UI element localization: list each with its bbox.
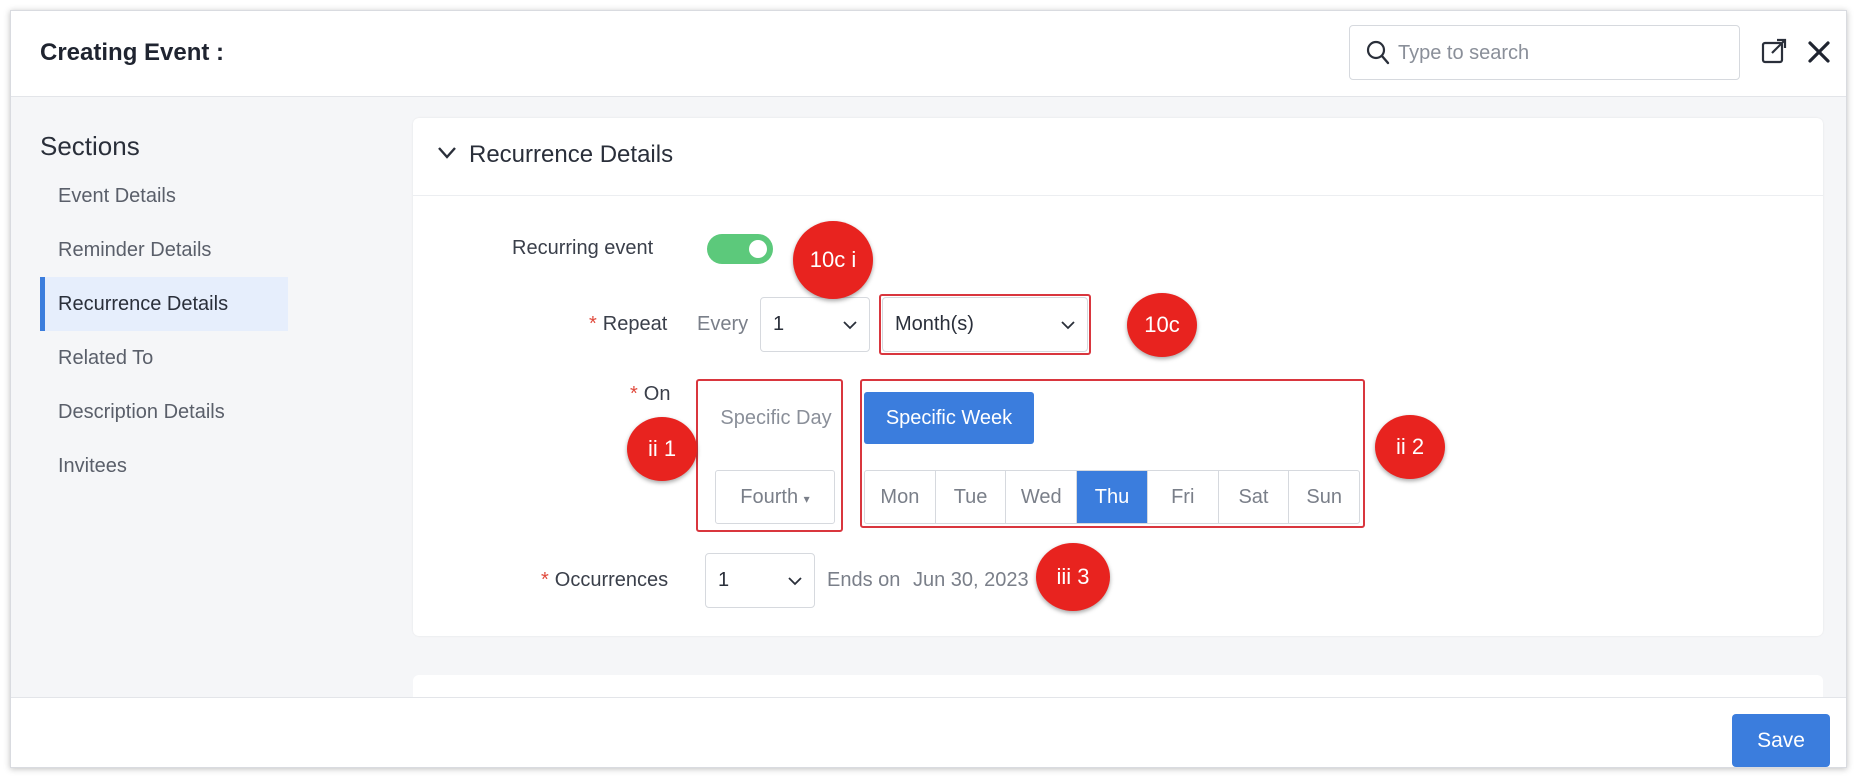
- every-select[interactable]: 1: [760, 297, 870, 352]
- required-marker: *: [630, 383, 638, 405]
- annotation-badge-iii-3: iii 3: [1036, 543, 1110, 611]
- sidebar-item-event-details[interactable]: Event Details: [40, 169, 288, 223]
- annotation-box-specific-day: [696, 379, 843, 532]
- sections-sidebar: Sections Event Details Reminder Details …: [11, 97, 411, 697]
- close-icon[interactable]: [1808, 41, 1830, 63]
- open-external-icon[interactable]: [1761, 38, 1787, 64]
- sidebar-item-recurrence-details[interactable]: Recurrence Details: [40, 277, 288, 331]
- recurrence-title: Recurrence Details: [469, 141, 674, 168]
- sidebar-item-invitees[interactable]: Invitees: [40, 439, 288, 493]
- repeat-label: * Repeat: [589, 313, 667, 336]
- sidebar-item-description-details[interactable]: Description Details: [40, 385, 288, 439]
- chevron-down-icon: [843, 321, 857, 330]
- on-label-text: On: [643, 383, 671, 405]
- recurring-event-toggle[interactable]: [707, 234, 773, 264]
- recurrence-header[interactable]: Recurrence Details: [413, 118, 1823, 196]
- search-input[interactable]: [1398, 38, 1718, 68]
- on-label: * On: [630, 383, 670, 406]
- annotation-badge-10c-i: 10c i: [793, 221, 873, 299]
- ends-on-label: Ends on: [827, 569, 901, 591]
- chevron-down-icon: [788, 577, 802, 586]
- save-button[interactable]: Save: [1732, 714, 1830, 767]
- ends-on-date: Jun 30, 2023: [913, 569, 1029, 591]
- search-box[interactable]: [1349, 25, 1740, 80]
- occurrences-value: 1: [718, 569, 730, 591]
- sections-title: Sections: [40, 131, 140, 161]
- dialog-title: Creating Event :: [40, 39, 225, 66]
- recurrence-card: Recurrence Details: [413, 118, 1823, 636]
- event-dialog: Creating Event : Sections Event Details …: [10, 10, 1847, 768]
- occurrences-label: * Occurrences: [541, 569, 668, 592]
- required-marker: *: [541, 569, 549, 591]
- toggle-knob: [749, 240, 767, 258]
- annotation-box-specific-week: [860, 379, 1365, 528]
- sidebar-item-reminder-details[interactable]: Reminder Details: [40, 223, 288, 277]
- search-icon: [1366, 40, 1390, 65]
- recurring-event-label: Recurring event: [512, 237, 654, 259]
- sidebar-item-related-to[interactable]: Related To: [40, 331, 288, 385]
- annotation-badge-10c: 10c: [1127, 293, 1197, 357]
- dialog-header: Creating Event :: [11, 11, 1846, 97]
- required-marker: *: [589, 313, 597, 335]
- annotation-box-period: [879, 294, 1091, 355]
- repeat-label-text: Repeat: [602, 313, 668, 335]
- dialog-footer: Save: [11, 697, 1846, 767]
- every-label: Every: [697, 313, 749, 335]
- annotation-badge-ii-2: ii 2: [1375, 415, 1445, 479]
- annotation-badge-ii-1: ii 1: [627, 417, 697, 481]
- every-value: 1: [773, 313, 785, 335]
- chevron-down-icon[interactable]: [437, 146, 457, 160]
- occurrences-select[interactable]: 1: [705, 553, 815, 608]
- occurrences-label-text: Occurrences: [554, 569, 669, 591]
